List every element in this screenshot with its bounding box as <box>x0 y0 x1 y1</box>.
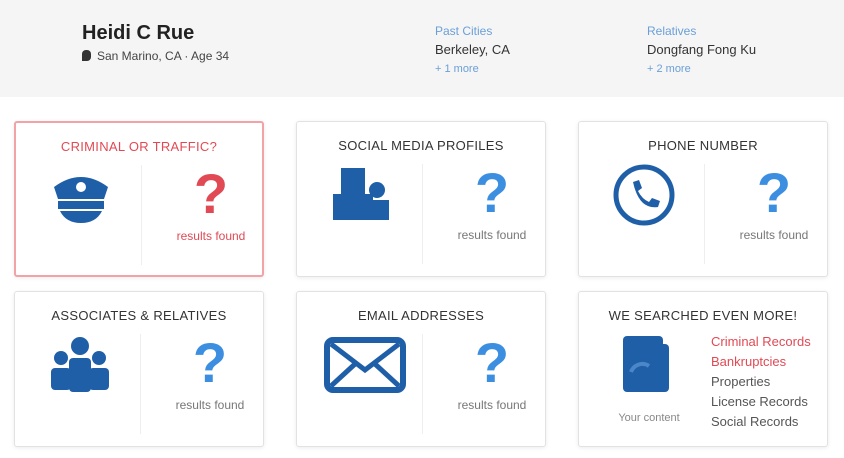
police-cap-icon <box>54 177 108 223</box>
profile-header: Heidi C Rue San Marino, CA · Age 34 Past… <box>0 0 844 97</box>
people-icon <box>333 168 389 220</box>
card-email[interactable]: EMAIL ADDRESSES ? results found <box>296 291 546 447</box>
family-icon <box>51 337 109 392</box>
card-associates[interactable]: ASSOCIATES & RELATIVES ? results found <box>14 291 264 447</box>
person-name: Heidi C Rue <box>82 22 195 44</box>
relatives: Relatives Dongfang Fong Ku + 2 more <box>647 24 757 75</box>
past-cities-more-link[interactable]: + 1 more <box>435 63 510 75</box>
card-searched-more[interactable]: WE SEARCHED EVEN MORE! Your content Crim… <box>578 291 828 447</box>
relatives-more-link[interactable]: + 2 more <box>647 63 756 75</box>
card-social-media[interactable]: SOCIAL MEDIA PROFILES ? results found <box>296 121 546 277</box>
past-cities: Past Cities Berkeley, CA + 1 more <box>435 24 510 75</box>
documents-icon <box>623 336 669 392</box>
envelope-icon <box>324 337 406 393</box>
card-criminal[interactable]: CRIMINAL OR TRAFFIC? ? results found <box>14 121 264 277</box>
person-location: San Marino, CA · Age 34 <box>82 49 229 63</box>
phone-icon <box>613 164 675 226</box>
card-phone[interactable]: PHONE NUMBER ? results found <box>578 121 828 277</box>
location-pin-icon <box>82 50 91 61</box>
searched-records-list: Criminal Records Bankruptcies Properties… <box>711 334 811 429</box>
